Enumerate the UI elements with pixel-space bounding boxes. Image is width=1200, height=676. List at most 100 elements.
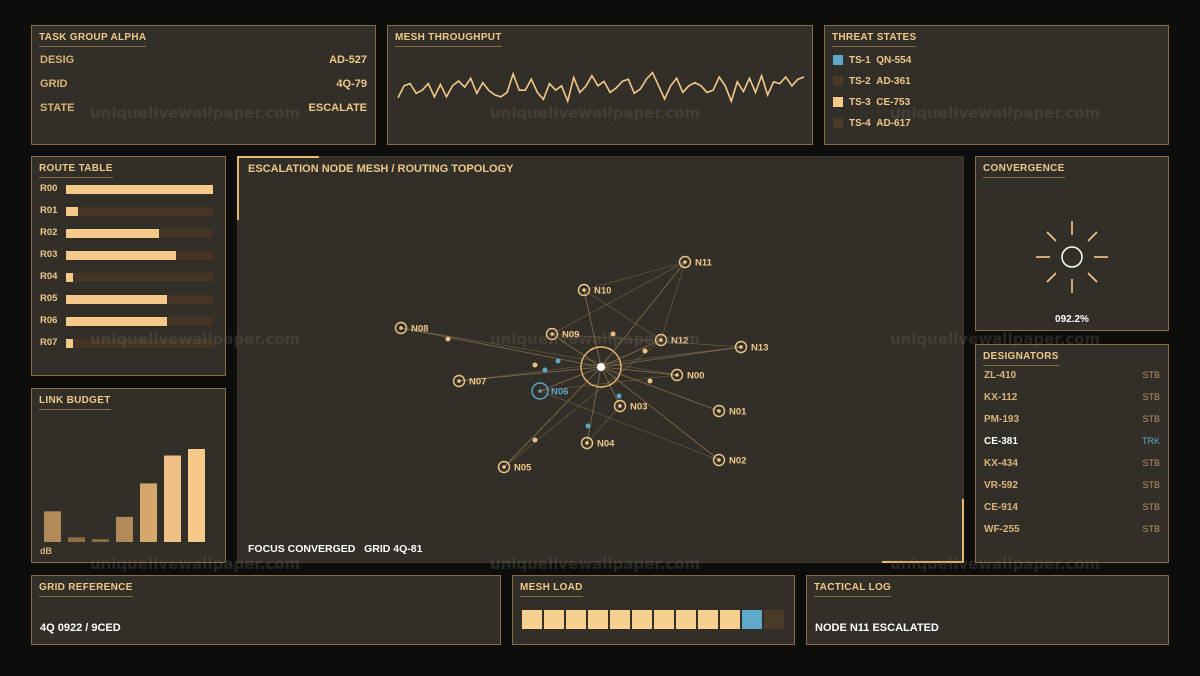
route-bar-track: [66, 295, 213, 304]
topology-node[interactable]: N06: [531, 382, 568, 400]
topology-edge: [660, 261, 686, 341]
panel-title: TASK GROUP ALPHA: [39, 32, 147, 47]
kv-row-state: STATE ESCALATE: [40, 102, 367, 114]
route-bar-fill: [66, 273, 74, 282]
convergence-value: 092.2%: [1055, 314, 1089, 325]
designator-row[interactable]: PM-193 STB: [984, 414, 1160, 425]
route-row[interactable]: R00: [40, 183, 215, 194]
mesh-throughput-panel: MESH THROUGHPUT: [387, 25, 813, 145]
node-label: N05: [514, 463, 532, 474]
route-bar-track: [66, 317, 213, 326]
route-bar-track: [66, 229, 213, 238]
mesh-load-panel: MESH LOAD: [512, 575, 795, 645]
designator-status: STB: [1142, 414, 1160, 424]
route-row[interactable]: R06: [40, 315, 215, 326]
route-row[interactable]: R03: [40, 249, 215, 260]
tactical-log-panel: TACTICAL LOG NODE N11 ESCALATED: [806, 575, 1169, 645]
route-row[interactable]: R05: [40, 293, 215, 304]
designator-row[interactable]: KX-434 STB: [984, 458, 1160, 469]
topology-node[interactable]: N05: [497, 460, 533, 474]
route-bar-fill: [66, 317, 168, 326]
designator-status: STB: [1142, 502, 1160, 512]
topology-edge: [586, 405, 621, 444]
node-core: [502, 465, 506, 469]
designator-row[interactable]: ZL-410 STB: [984, 370, 1160, 381]
mesh-load-cell: [676, 610, 696, 629]
topology-node[interactable]: N01: [712, 404, 748, 418]
topology-edge: [551, 261, 686, 335]
grid-reference-panel: GRID REFERENCE 4Q 0922 / 9CED: [31, 575, 501, 645]
focus-status: FOCUS CONVERGED GRID 4Q-81: [248, 543, 423, 555]
threat-states-panel: THREAT STATES TS-1 QN-554 TS-2 AD-361 TS…: [824, 25, 1169, 145]
mesh-load-cell: [720, 610, 740, 629]
route-row[interactable]: R02: [40, 227, 215, 238]
designator-code: PM-193: [984, 414, 1020, 425]
task-group-panel: TASK GROUP ALPHA DESIG AD-527 GRID 4Q-79 S…: [31, 25, 376, 145]
designator-code: CE-914: [984, 502, 1018, 513]
route-row[interactable]: R01: [40, 205, 215, 216]
node-label: N11: [695, 258, 713, 269]
node-core: [585, 441, 589, 445]
node-core: [399, 326, 403, 330]
designator-code: CE-381: [984, 436, 1018, 447]
route-table-panel: ROUTE TABLE R00 R01 R02 R03 R04 R05 R06 R07: [31, 156, 226, 376]
designator-row[interactable]: KX-112 STB: [984, 392, 1160, 403]
designator-row[interactable]: WF-255 STB: [984, 524, 1160, 535]
mesh-load-cell: [544, 610, 564, 629]
designator-row[interactable]: VR-592 STB: [984, 480, 1160, 491]
mesh-load-cell: [632, 610, 652, 629]
node-core: [550, 332, 554, 336]
route-bar-fill: [66, 207, 78, 216]
topology-node[interactable]: N00: [670, 368, 705, 382]
link-budget-bar-chart: [44, 449, 205, 542]
topology-graph: N00 N01 N02 N03 N04 N05 N06 N07 N08 N09 N10 N11 N12 N…: [394, 255, 769, 474]
route-label: R04: [40, 271, 58, 282]
topology-node[interactable]: N10: [577, 283, 612, 297]
relay-dot: [647, 378, 653, 384]
topology-edge: [600, 346, 742, 368]
route-row[interactable]: R07: [40, 337, 215, 348]
designator-status: STB: [1142, 392, 1160, 402]
link-budget-bar: [164, 455, 181, 542]
topology-node[interactable]: N12: [654, 333, 689, 347]
relay-dot: [445, 336, 451, 342]
node-core: [618, 404, 622, 408]
topology-node[interactable]: N08: [394, 321, 429, 335]
threat-state-row[interactable]: TS-3 CE-753: [833, 96, 910, 108]
route-row[interactable]: R04: [40, 271, 215, 282]
threat-swatch: [833, 76, 843, 86]
route-bar-track: [66, 185, 213, 194]
node-label: N02: [729, 456, 746, 467]
topology-node[interactable]: N07: [452, 374, 487, 388]
designator-row[interactable]: CE-914 STB: [984, 502, 1160, 513]
threat-state-row[interactable]: TS-4 AD-617: [833, 117, 911, 129]
node-core: [717, 409, 721, 413]
topology-node[interactable]: N13: [734, 340, 769, 354]
grid-reference-value: 4Q 0922 / 9CED: [40, 622, 121, 634]
node-label: N04: [597, 439, 615, 450]
convergence-sun-icon: [1036, 221, 1108, 293]
designators-panel: DESIGNATORS ZL-410 STB KX-112 STB PM-193 STB C…: [975, 344, 1169, 563]
threat-state-row[interactable]: TS-2 AD-361: [833, 75, 911, 87]
topology-node[interactable]: N04: [580, 436, 616, 450]
link-budget-bar: [68, 537, 85, 542]
relay-dot: [585, 423, 591, 429]
topology-node[interactable]: N09: [545, 327, 580, 341]
designator-status: TRK: [1142, 436, 1160, 446]
node-core: [538, 389, 542, 393]
route-bar-track: [66, 251, 213, 260]
panel-title: THREAT STATES: [832, 32, 917, 47]
node-label: N01: [729, 407, 747, 418]
route-label: R06: [40, 315, 58, 326]
threat-swatch: [833, 97, 843, 107]
designator-code: ZL-410: [984, 370, 1017, 381]
route-bar-fill: [66, 339, 74, 348]
mesh-load-cell: [566, 610, 586, 629]
designator-row[interactable]: CE-381 TRK: [984, 436, 1160, 447]
topology-node[interactable]: N03: [613, 399, 648, 413]
topology-node[interactable]: N11: [678, 255, 713, 269]
threat-state-row[interactable]: TS-1 QN-554: [833, 54, 911, 66]
node-core: [457, 379, 461, 383]
topology-node[interactable]: N02: [712, 453, 747, 467]
hub-core: [597, 363, 605, 371]
